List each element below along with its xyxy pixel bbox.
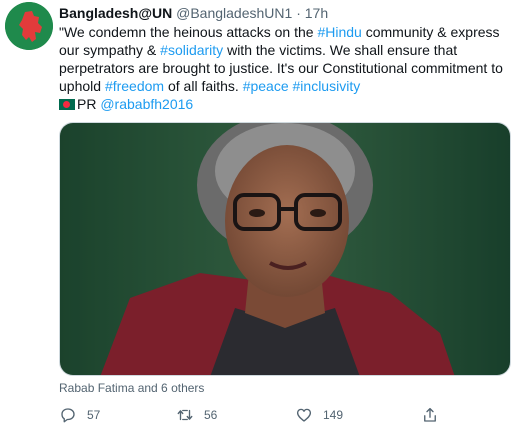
retweet-button[interactable]: 56 xyxy=(176,403,217,427)
share-button[interactable] xyxy=(421,403,439,427)
like-count: 149 xyxy=(323,408,344,422)
retweet-count: 56 xyxy=(204,408,218,422)
tweet[interactable]: Bangladesh@UN @BangladeshUN1 · 17h "We c… xyxy=(0,0,527,442)
separator-dot: · xyxy=(296,5,301,21)
pr-label: PR xyxy=(77,96,101,112)
hashtag-inclusivity[interactable]: #inclusivity xyxy=(293,78,361,94)
mention-link[interactable]: @rababfh2016 xyxy=(100,96,193,112)
text-segment: "We condemn the heinous attacks on the xyxy=(59,24,318,40)
tweet-timestamp[interactable]: 17h xyxy=(305,5,328,21)
reply-count: 57 xyxy=(87,408,101,422)
hashtag-peace[interactable]: #peace xyxy=(243,78,289,94)
reply-icon xyxy=(61,408,75,423)
action-bar: 57 56 149 xyxy=(59,403,511,427)
author-name[interactable]: Bangladesh@UN xyxy=(59,5,172,21)
like-button[interactable]: 149 xyxy=(295,403,343,427)
bangladesh-flag-icon xyxy=(59,99,75,110)
hashtag-hindu[interactable]: #Hindu xyxy=(317,24,361,40)
heart-icon xyxy=(296,408,312,422)
text-segment: of all faiths. xyxy=(164,78,243,94)
bangladesh-map-logo-icon xyxy=(5,2,53,50)
share-icon xyxy=(424,407,436,422)
reply-button[interactable]: 57 xyxy=(59,403,100,427)
hashtag-solidarity[interactable]: #solidarity xyxy=(160,42,223,58)
retweet-icon xyxy=(177,409,193,421)
avatar[interactable] xyxy=(5,2,53,50)
tweet-text: "We condemn the heinous attacks on the #… xyxy=(59,23,514,113)
hashtag-freedom[interactable]: #freedom xyxy=(105,78,164,94)
author-handle[interactable]: @BangladeshUN1 xyxy=(176,5,292,21)
tweet-header: Bangladesh@UN @BangladeshUN1 · 17h xyxy=(59,4,328,22)
tweet-photo[interactable] xyxy=(59,122,511,376)
speaker-photo xyxy=(60,123,510,375)
tagged-people[interactable]: Rabab Fatima and 6 others xyxy=(59,380,204,396)
